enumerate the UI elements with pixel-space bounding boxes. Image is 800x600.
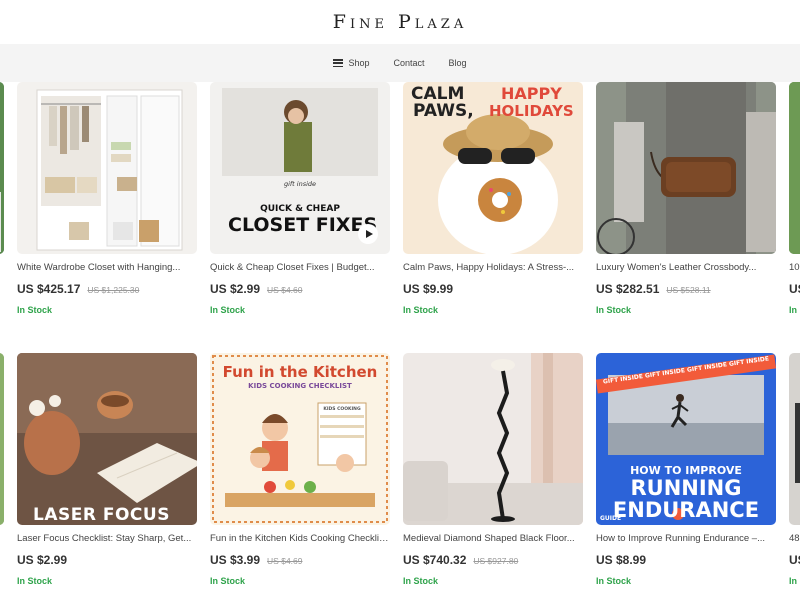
product-card[interactable]: 10 US In (789, 82, 800, 315)
product-title[interactable]: Laser Focus Checklist: Stay Sharp, Get..… (17, 533, 197, 544)
image-title: Fun in the Kitchen (222, 363, 378, 381)
nav-blog-label: Blog (448, 58, 467, 68)
product-card[interactable]: 48 US In (789, 353, 800, 586)
product-image[interactable] (403, 353, 583, 525)
image-text-line1: QUICK & CHEAP (260, 204, 340, 214)
product-grid: White Wardrobe Closet with Hanging... US… (0, 82, 800, 600)
product-image[interactable] (0, 82, 4, 254)
image-text-happy: HAPPY (501, 84, 562, 103)
product-image[interactable] (0, 353, 4, 525)
stock-status: In (789, 305, 797, 315)
image-small-text: KIDS COOKING (323, 407, 361, 412)
product-price: US (789, 553, 800, 567)
product-title[interactable]: Medieval Diamond Shaped Black Floor... (403, 533, 583, 544)
product-old-price: US $1,225.30 (87, 285, 140, 295)
product-price: US $3.99 (210, 553, 261, 567)
product-card[interactable]: GIFT INSIDE GIFT INSIDE GIFT INSIDE GIFT… (596, 353, 776, 586)
product-card[interactable]: CALM PAWS, HAPPY HOLIDAYS Calm Paws, Hap… (403, 82, 583, 315)
product-price: US $425.17 (17, 282, 81, 296)
product-title[interactable]: Fun in the Kitchen Kids Cooking Checklis… (210, 533, 390, 544)
product-old-price: US $4.69 (267, 556, 303, 566)
image-text-holidays: HOLIDAYS (489, 102, 574, 120)
stock-status: In Stock (17, 576, 53, 586)
product-card[interactable]: Fun in the Kitchen KIDS COOKING CHECKLIS… (210, 353, 390, 586)
nav-contact[interactable]: Contact (393, 58, 424, 68)
product-title[interactable]: Calm Paws, Happy Holidays: A Stress-... (403, 262, 583, 273)
product-image[interactable] (596, 82, 776, 254)
stock-status: In Stock (210, 305, 246, 315)
product-card[interactable]: LASER FOCUS Laser Focus Checklist: Stay … (17, 353, 197, 586)
product-price: US $2.99 (17, 553, 68, 567)
product-card[interactable] (0, 353, 4, 586)
image-text-paws: PAWS, (413, 101, 474, 121)
nav-blog[interactable]: Blog (449, 58, 467, 68)
brand-logo[interactable]: Fine Plaza (333, 11, 467, 33)
product-title[interactable]: White Wardrobe Closet with Hanging... (17, 262, 197, 273)
stock-status: In Stock (17, 305, 53, 315)
main-nav: Shop Contact Blog (0, 44, 800, 82)
image-small-text: GUIDE (600, 515, 622, 522)
product-image[interactable] (789, 82, 800, 254)
product-image[interactable]: gift inside QUICK & CHEAP CLOSET FIXES (210, 82, 390, 254)
product-row: LASER FOCUS Laser Focus Checklist: Stay … (0, 353, 800, 586)
product-row: White Wardrobe Closet with Hanging... US… (0, 82, 800, 315)
product-old-price: US $4.60 (267, 285, 303, 295)
product-image[interactable] (17, 82, 197, 254)
product-card[interactable]: Luxury Women's Leather Crossbody... US $… (596, 82, 776, 315)
stock-status: In Stock (596, 576, 632, 586)
product-title[interactable]: 10 (789, 262, 800, 273)
image-subtitle: KIDS COOKING CHECKLIST (248, 382, 352, 390)
play-icon[interactable] (358, 224, 378, 244)
product-price: US $2.99 (210, 282, 261, 296)
product-card[interactable]: Medieval Diamond Shaped Black Floor... U… (403, 353, 583, 586)
image-small-text: gift inside (283, 180, 317, 188)
product-price: US $282.51 (596, 282, 660, 296)
site-header: Fine Plaza (0, 0, 800, 44)
product-card[interactable]: White Wardrobe Closet with Hanging... US… (17, 82, 197, 315)
stock-status: In Stock (403, 576, 439, 586)
stock-status: In (789, 576, 797, 586)
stock-status: In Stock (210, 576, 246, 586)
product-image[interactable]: GIFT INSIDE GIFT INSIDE GIFT INSIDE GIFT… (596, 353, 776, 525)
product-price: US $740.32 (403, 553, 467, 567)
nav-contact-label: Contact (393, 58, 425, 68)
image-text-line1: LASER FOCUS (33, 505, 170, 525)
product-price: US (789, 282, 800, 296)
product-image[interactable]: Fun in the Kitchen KIDS COOKING CHECKLIS… (210, 353, 390, 525)
product-image[interactable]: CALM PAWS, HAPPY HOLIDAYS (403, 82, 583, 254)
product-title[interactable]: 48 (789, 533, 800, 544)
product-price: US $8.99 (596, 553, 647, 567)
product-price: US $9.99 (403, 282, 454, 296)
product-title[interactable]: Quick & Cheap Closet Fixes | Budget... (210, 262, 390, 273)
product-old-price: US $927.80 (473, 556, 519, 566)
image-text-line3: ENDURANCE (612, 498, 760, 522)
product-image[interactable]: LASER FOCUS (17, 353, 197, 525)
stock-status: In Stock (596, 305, 632, 315)
nav-shop[interactable]: Shop (333, 58, 369, 68)
product-card[interactable]: gift inside QUICK & CHEAP CLOSET FIXES Q… (210, 82, 390, 315)
menu-icon (333, 59, 344, 67)
product-card[interactable] (0, 82, 4, 315)
product-title[interactable]: Luxury Women's Leather Crossbody... (596, 262, 776, 273)
image-text-line2: RUNNING (630, 476, 742, 500)
stock-status: In Stock (403, 305, 439, 315)
product-old-price: US $528.11 (666, 285, 711, 295)
product-title[interactable]: How to Improve Running Endurance –... (596, 533, 776, 544)
product-image[interactable] (789, 353, 800, 525)
nav-shop-label: Shop (348, 58, 370, 68)
